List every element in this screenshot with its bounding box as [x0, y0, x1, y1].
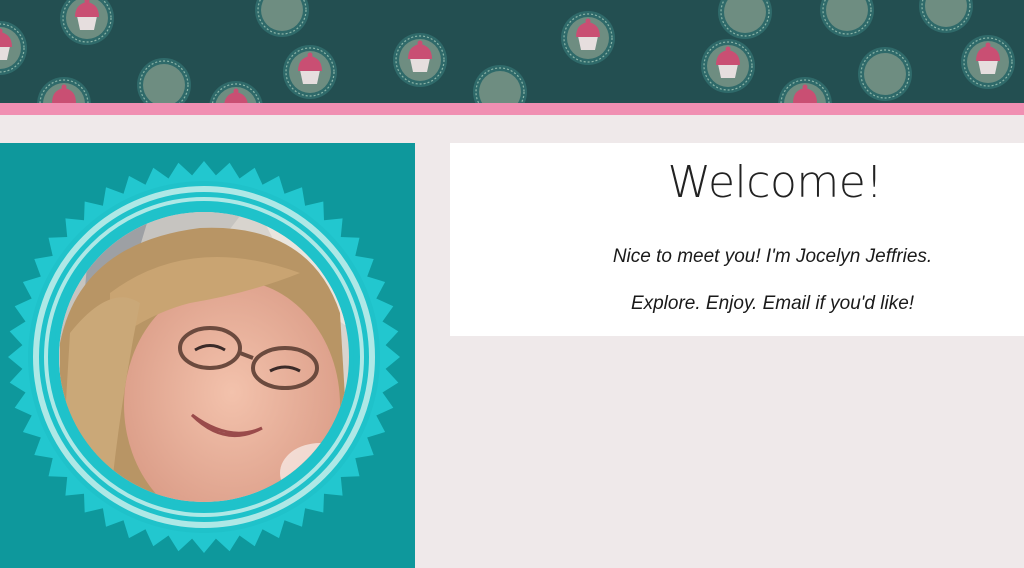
welcome-tagline: Explore. Enjoy. Email if you'd like! — [630, 293, 915, 314]
welcome-card: Welcome! Nice to meet you! I'm Jocelyn J… — [450, 143, 1024, 336]
welcome-greeting: Nice to meet you! I'm Jocelyn Jeffries. — [612, 246, 933, 267]
cupcake-pattern — [0, 0, 1016, 103]
profile-photo — [8, 161, 400, 553]
header-stripe — [0, 103, 1024, 115]
welcome-title: Welcome! — [667, 157, 883, 208]
profile-photo-panel — [0, 143, 415, 568]
header-banner — [0, 0, 1024, 103]
